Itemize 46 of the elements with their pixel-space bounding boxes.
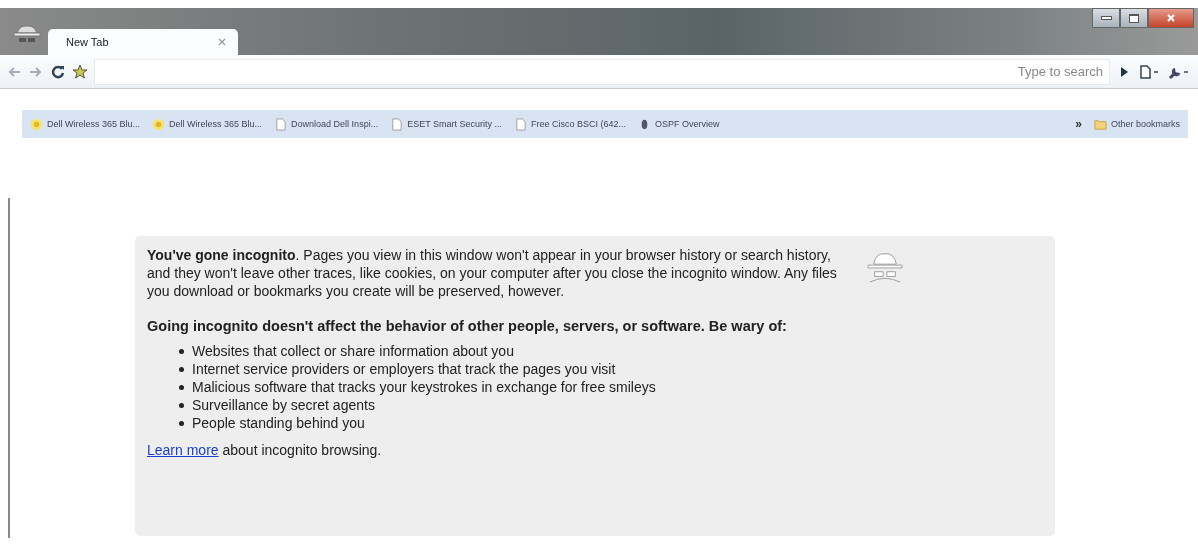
bullet-icon xyxy=(179,402,184,408)
site-icon xyxy=(152,117,166,131)
address-field[interactable]: Type to search xyxy=(94,58,1110,85)
page-icon xyxy=(390,117,404,131)
bookmark[interactable]: ESET Smart Security ... xyxy=(390,117,502,131)
bookmark-label: Dell Wireless 365 Blu... xyxy=(169,119,263,129)
bullet-icon xyxy=(179,348,184,354)
bullet-icon xyxy=(179,366,184,372)
bullet-icon xyxy=(179,384,184,390)
warning-heading: Going incognito doesn't affect the behavior of other people, servers, or software. Be wary of: xyxy=(147,318,788,334)
page-icon xyxy=(514,117,527,131)
close-tab-icon[interactable] xyxy=(218,38,226,46)
learn-more-text: about incognito browsing. xyxy=(222,442,382,458)
star-icon[interactable] xyxy=(72,63,88,80)
bookmark[interactable]: Dell Wireless 365 Blu... xyxy=(30,117,141,131)
bookmark-label: Other bookmarks xyxy=(1110,119,1180,129)
bookmark[interactable]: Dell Wireless 365 Blu... xyxy=(152,117,263,131)
close-icon xyxy=(1166,13,1176,23)
maximize-button[interactable] xyxy=(1120,8,1148,28)
bookmark[interactable]: Free Cisco BSCI (642... xyxy=(514,117,627,131)
bookmark[interactable]: OSPF Overview xyxy=(638,117,720,131)
close-button[interactable] xyxy=(1148,8,1194,28)
bookmark-label: Dell Wireless 365 Blu... xyxy=(47,119,141,129)
bookmark-label: OSPF Overview xyxy=(655,119,720,129)
bookmark-label: Download Dell Inspi... xyxy=(291,119,379,129)
bullet-icon xyxy=(179,420,184,426)
page-icon xyxy=(274,117,288,131)
list-item: Malicious software that tracks your keystrokes in exchange for free smileys xyxy=(192,378,656,396)
incognito-icon xyxy=(866,250,904,284)
site-icon xyxy=(30,117,43,131)
other-bookmarks[interactable]: Other bookmarks xyxy=(1093,117,1180,131)
reload-icon[interactable] xyxy=(50,63,66,80)
tab[interactable]: New Tab xyxy=(48,29,238,55)
folder-icon xyxy=(1093,117,1107,131)
more-bookmarks-button[interactable]: » xyxy=(1075,117,1082,131)
search-placeholder: Type to search xyxy=(1017,64,1103,79)
learn-more-link[interactable]: Learn more xyxy=(147,442,219,458)
minimize-button[interactable] xyxy=(1092,8,1120,28)
list-item: Websites that collect or share information about you xyxy=(192,342,514,360)
list-item: Internet service providers or employers that track the pages you visit xyxy=(192,360,616,378)
list-item: Surveillance by secret agents xyxy=(192,396,375,414)
list-item: People standing behind you xyxy=(192,414,365,432)
bookmark[interactable]: Download Dell Inspi... xyxy=(274,117,379,131)
intro-paragraph: You've gone incognito. Pages you view in this window won't appear in your browser history or search history, and they won't leave other traces, like cookies, on your computer after you close the incognito window. Any files you download or bookmarks you create will be preserved, however. xyxy=(147,246,838,300)
bookmark-label: Free Cisco BSCI (642... xyxy=(531,119,627,129)
bookmark-label: ESET Smart Security ... xyxy=(407,119,502,129)
